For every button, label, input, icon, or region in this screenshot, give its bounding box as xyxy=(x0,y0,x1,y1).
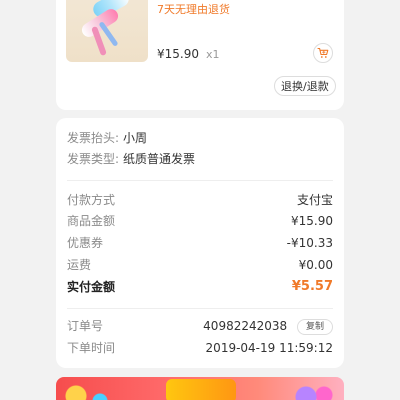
banner-decoration xyxy=(294,385,334,400)
invoice-title-row: 发票抬头: 小周 xyxy=(67,128,333,148)
product-image[interactable] xyxy=(66,0,148,62)
goods-amount-value: ¥15.90 xyxy=(291,214,333,228)
banner-decoration xyxy=(166,379,236,400)
order-time-row: 下单时间 2019-04-19 11:59:12 xyxy=(67,338,333,358)
coupon-row: 优惠券 -¥10.33 xyxy=(67,233,333,253)
invoice-type-row: 发票类型: 纸质普通发票 xyxy=(67,149,333,169)
order-number-row: 订单号 40982242038 复制 xyxy=(67,316,333,336)
product-quantity: x1 xyxy=(206,48,220,61)
divider xyxy=(67,180,333,181)
invoice-type-value: 纸质普通发票 xyxy=(123,152,196,166)
divider xyxy=(67,308,333,309)
order-number-group: 40982242038 复制 xyxy=(203,316,333,336)
goods-amount-label: 商品金额 xyxy=(67,214,116,228)
product-card: 7天无理由退货 ¥15.90 x1 退换/退款 xyxy=(56,0,344,110)
payment-method-label: 付款方式 xyxy=(67,193,116,207)
order-number-label: 订单号 xyxy=(67,319,104,333)
goods-amount-row: 商品金额 ¥15.90 xyxy=(67,211,333,231)
payment-method-row: 付款方式 支付宝 xyxy=(67,190,333,210)
promo-banner[interactable] xyxy=(56,377,344,400)
coupon-label: 优惠券 xyxy=(67,236,104,250)
add-to-cart-button[interactable] xyxy=(313,43,333,63)
invoice-title-value: 小周 xyxy=(123,131,148,145)
order-info-card: 发票抬头: 小周 发票类型: 纸质普通发票 付款方式 支付宝 商品金额 ¥15.… xyxy=(56,118,344,368)
paid-amount-row: 实付金额 ¥5.57 xyxy=(67,277,333,297)
cart-icon xyxy=(317,47,329,58)
coupon-value: -¥10.33 xyxy=(286,236,333,250)
banner-decoration xyxy=(56,381,116,400)
order-time-label: 下单时间 xyxy=(67,341,116,355)
return-policy-text: 7天无理由退货 xyxy=(157,3,230,16)
order-number-value: 40982242038 xyxy=(203,319,288,333)
shipping-row: 运费 ¥0.00 xyxy=(67,255,333,275)
order-time-value: 2019-04-19 11:59:12 xyxy=(205,341,333,355)
return-refund-button[interactable]: 退换/退款 xyxy=(274,76,336,96)
product-price: ¥15.90 xyxy=(157,47,199,61)
invoice-title-label: 发票抬头: xyxy=(67,131,120,145)
invoice-type-label: 发票类型: xyxy=(67,152,120,166)
paid-amount-label: 实付金额 xyxy=(67,280,116,294)
shipping-label: 运费 xyxy=(67,258,92,272)
order-detail-page: 7天无理由退货 ¥15.90 x1 退换/退款 发票抬头: 小周 发票类型: 纸… xyxy=(0,0,400,400)
shipping-value: ¥0.00 xyxy=(298,258,333,272)
paid-amount-value: ¥5.57 xyxy=(291,279,333,294)
copy-order-number-button[interactable]: 复制 xyxy=(296,318,333,335)
payment-method-value: 支付宝 xyxy=(296,193,333,207)
